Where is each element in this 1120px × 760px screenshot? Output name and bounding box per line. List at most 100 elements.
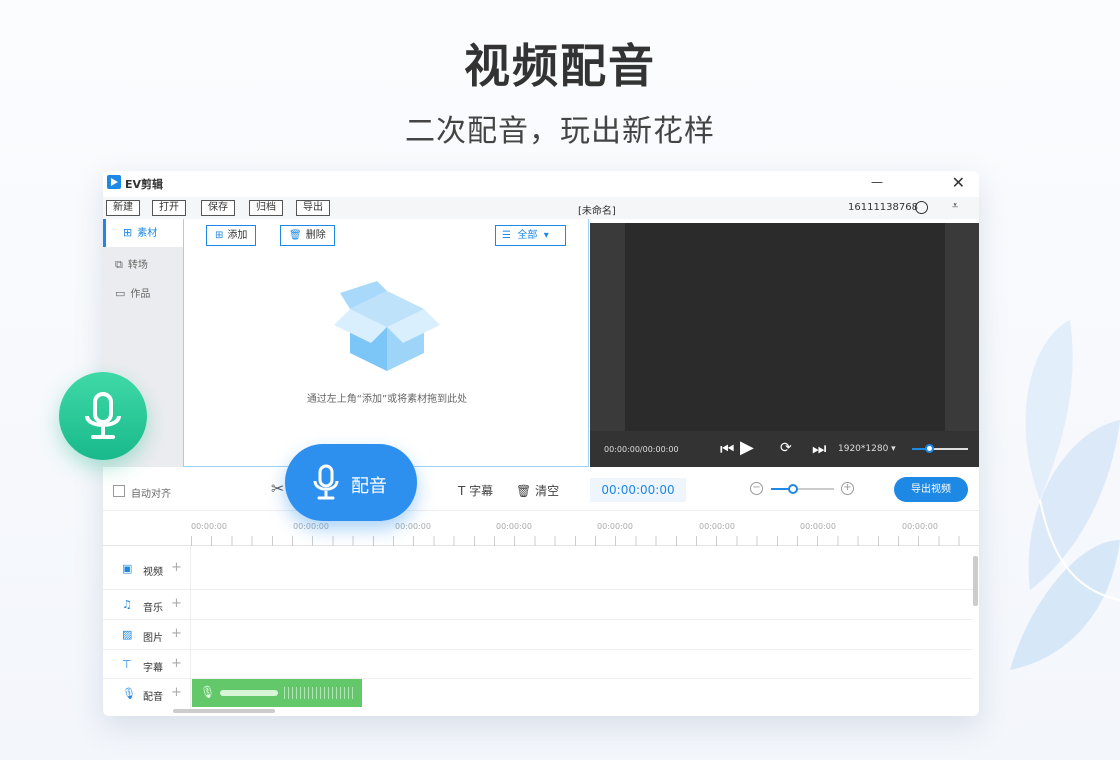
clear-button[interactable]: 🗑 清空 <box>516 482 559 499</box>
app-logo-icon <box>107 175 121 189</box>
waveform <box>284 687 354 699</box>
skip-back-icon[interactable]: ⏮ <box>720 439 734 459</box>
dubbing-clip[interactable]: 🎙 <box>192 679 362 707</box>
close-button[interactable]: ✕ <box>952 173 965 192</box>
title-bar: EV剪辑 — ✕ <box>103 171 979 195</box>
dropdown-menu-icon[interactable]: ⩡ <box>952 199 958 213</box>
add-track-icon[interactable]: + <box>171 596 182 611</box>
skip-forward-icon[interactable]: ⏭ <box>812 439 826 459</box>
play-icon[interactable]: ▶ <box>740 437 754 458</box>
add-label: 添加 <box>227 230 248 241</box>
timeline-tracks: ▣ 视频 + ♫ 音乐 + ▨ 图片 + ⊤ 字幕 + 🎙 配音 + 🎙 <box>103 546 979 716</box>
ruler-label: 00:00:00 <box>496 522 532 531</box>
transition-icon: ⧉ <box>115 258 123 271</box>
track-head: ▣ 视频 + <box>103 546 191 589</box>
ruler-label: 00:00:00 <box>597 522 633 531</box>
sidebar-item-label: 素材 <box>137 228 158 239</box>
sidebar-item-label: 转场 <box>127 260 148 271</box>
mic-icon: 🎙 <box>200 685 216 699</box>
empty-hint: 通过左上角“添加”或将素材拖到此处 <box>306 394 468 405</box>
mic-icon <box>85 392 121 439</box>
dub-button[interactable]: 配音 <box>285 444 417 521</box>
ruler-ticks <box>191 536 979 546</box>
subtitle-label: 字幕 <box>469 484 494 498</box>
add-media-button[interactable]: ⊞ 添加 <box>206 225 257 246</box>
filter-dropdown[interactable]: ☰ 全部 ▾ <box>495 225 566 246</box>
mic-icon: 🎙 <box>122 687 136 700</box>
horizontal-scrollbar[interactable] <box>173 709 275 713</box>
dub-button-label: 配音 <box>351 476 387 497</box>
document-name: [未命名] <box>578 206 616 217</box>
grid-icon: ⊞ <box>123 226 133 239</box>
track-subtitle[interactable]: ⊤ 字幕 + <box>103 650 973 679</box>
track-video[interactable]: ▣ 视频 + <box>103 546 973 590</box>
app-name: EV剪辑 <box>125 178 164 191</box>
auto-align-checkbox[interactable] <box>113 485 125 497</box>
text-icon: ⊤ <box>122 658 132 671</box>
subtitle-button[interactable]: T 字幕 <box>458 482 493 499</box>
delete-label: 删除 <box>305 230 326 241</box>
player-timecode: 00:00:00/00:00:00 <box>604 445 679 454</box>
add-track-icon[interactable]: + <box>171 685 182 700</box>
app-window: EV剪辑 — ✕ 新建 打开 保存 归档 导出 [未命名] 1611113876… <box>103 171 979 716</box>
track-head: ⊤ 字幕 + <box>103 650 191 678</box>
add-track-icon[interactable]: + <box>171 626 182 641</box>
track-head: ♫ 音乐 + <box>103 590 191 619</box>
scissors-icon[interactable]: ✂ <box>271 479 284 498</box>
vertical-scrollbar[interactable] <box>973 556 978 606</box>
menu-archive-button[interactable]: 归档 <box>249 200 283 216</box>
mic-icon <box>313 464 339 500</box>
resolution-select[interactable]: 1920*1280 ▾ <box>838 444 896 454</box>
zoom-slider[interactable] <box>771 484 834 494</box>
zoom-out-icon[interactable]: − <box>750 482 763 495</box>
volume-knob[interactable] <box>924 444 934 453</box>
resolution-value: 1920*1280 <box>838 444 889 454</box>
sidebar-item-works[interactable]: ▭ 作品 <box>103 280 183 308</box>
hero-subtitle: 二次配音，玩出新花样 <box>405 114 715 149</box>
user-id: 16111138768 <box>848 202 918 213</box>
preview-screen <box>625 223 945 431</box>
video-preview: 00:00:00/00:00:00 ⏮ ▶ ⟳ ⏭ 1920*1280 ▾ <box>590 223 979 467</box>
user-icon[interactable] <box>915 201 928 214</box>
ruler-label: 00:00:00 <box>395 522 431 531</box>
menu-new-button[interactable]: 新建 <box>106 200 140 216</box>
add-track-icon[interactable]: + <box>171 656 182 671</box>
add-folder-icon: ⊞ <box>215 230 224 241</box>
sidebar-item-transition[interactable]: ⧉ 转场 <box>103 251 183 279</box>
list-icon: ☰ <box>502 230 511 241</box>
track-image[interactable]: ▨ 图片 + <box>103 620 973 650</box>
timeline-toolbar: 自动对齐 ✂ T 字幕 🗑 清空 00:00:00:00 − + 导出视频 <box>103 467 979 511</box>
trash-icon: 🗑 <box>516 484 532 498</box>
ruler-label: 00:00:00 <box>191 522 227 531</box>
track-music[interactable]: ♫ 音乐 + <box>103 590 973 620</box>
sidebar-item-material[interactable]: ⊞ 素材 <box>103 219 183 247</box>
text-icon: T <box>458 484 466 498</box>
menu-save-button[interactable]: 保存 <box>201 200 235 216</box>
ruler-label: 00:00:00 <box>800 522 836 531</box>
media-panel: ⊞ 添加 🗑 删除 ☰ 全部 ▾ 通过左上角“添加”或将素材拖到此处 <box>183 219 589 467</box>
folder-icon: ▭ <box>115 287 126 300</box>
track-head: 🎙 配音 + <box>103 679 191 709</box>
hero-title: 视频配音 <box>464 39 656 93</box>
ruler-label: 00:00:00 <box>902 522 938 531</box>
caret-down-icon: ▾ <box>543 230 549 241</box>
replay-icon[interactable]: ⟳ <box>780 440 792 456</box>
waveform <box>220 690 278 696</box>
minimize-button[interactable]: — <box>871 175 883 189</box>
video-icon: ▣ <box>122 562 133 575</box>
delete-media-button[interactable]: 🗑 删除 <box>280 225 335 246</box>
track-head: ▨ 图片 + <box>103 620 191 649</box>
menu-export-button[interactable]: 导出 <box>296 200 330 216</box>
auto-align-label: 自动对齐 <box>131 489 171 500</box>
add-track-icon[interactable]: + <box>171 560 182 575</box>
ruler-label: 00:00:00 <box>293 522 329 531</box>
clear-label: 清空 <box>535 484 560 498</box>
zoom-in-icon[interactable]: + <box>841 482 854 495</box>
volume-slider[interactable] <box>912 444 968 453</box>
track-label: 视频 <box>143 567 163 578</box>
zoom-knob[interactable] <box>788 484 799 494</box>
track-label: 配音 <box>143 692 163 703</box>
menu-open-button[interactable]: 打开 <box>152 200 186 216</box>
export-video-button[interactable]: 导出视频 <box>894 477 968 502</box>
filter-label: 全部 <box>517 230 538 241</box>
